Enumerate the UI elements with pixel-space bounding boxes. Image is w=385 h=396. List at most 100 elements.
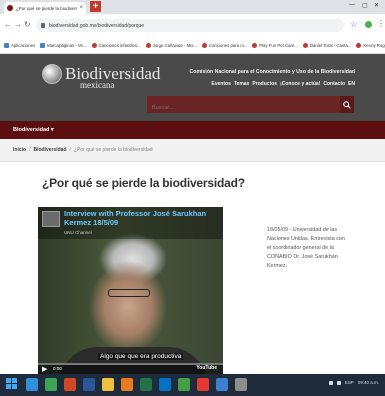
word-icon[interactable] xyxy=(83,378,95,391)
video-icon xyxy=(202,43,208,48)
windows-taskbar: ESP 09:40 a.m. xyxy=(0,374,385,396)
video-icon xyxy=(145,43,151,48)
video-icon xyxy=(356,43,362,48)
windows-start-icon[interactable] xyxy=(6,378,18,390)
volume-icon[interactable] xyxy=(336,380,341,385)
bookmark-item[interactable]: Canciones para ni... xyxy=(202,43,247,48)
video-title[interactable]: Interview with Professor José Sarukhan K… xyxy=(64,209,214,227)
logo-text: Biodiversidad xyxy=(65,64,161,83)
video-channel[interactable]: UNU Channel xyxy=(64,230,92,235)
url-text: biodiversidad.gob.mx/biodiversidad/porqu… xyxy=(49,22,145,29)
paint-icon[interactable] xyxy=(235,378,247,391)
video-icon xyxy=(302,43,308,48)
bookmark-label: Jorge Cañavate - Mis... xyxy=(152,43,198,48)
commission-name: Comisión Nacional para el Conocimiento y… xyxy=(189,69,355,75)
excel-icon[interactable] xyxy=(140,378,152,391)
bookmark-icon xyxy=(40,43,46,48)
video-header: Interview with Professor José Sarukhan K… xyxy=(38,207,223,239)
bookmark-label: Canciones para ni... xyxy=(209,43,248,48)
nav-link-temas[interactable]: Temas xyxy=(234,81,249,87)
breadcrumb-separator: / xyxy=(29,147,31,153)
youtube-logo[interactable]: YouTube xyxy=(196,365,217,371)
bookmarks-bar: Aplicaciones Marcapáginas - Ve... Cancione… xyxy=(0,38,385,54)
bookmark-label: Aplicaciones xyxy=(11,43,36,48)
site-logo[interactable]: Biodiversidad mexicana xyxy=(42,64,161,90)
clock[interactable]: 09:40 a.m. xyxy=(358,380,379,385)
section-menubar: Biodiversidad ▾ xyxy=(0,121,385,139)
nav-link-contacto[interactable]: Contacto xyxy=(323,81,345,87)
nav-link-language[interactable]: EN xyxy=(348,81,355,87)
browser-tab[interactable]: ¿Por qué se pierde la biodiversi × xyxy=(4,2,86,14)
extension-icon[interactable] xyxy=(365,21,372,28)
play-icon[interactable]: ▶ xyxy=(42,365,47,373)
nav-link-conoce[interactable]: ¡Conoce y actúa! xyxy=(280,81,320,87)
breadcrumb-current: ¿Por qué se pierde la biodiversidad xyxy=(73,147,153,153)
top-navigation: Eventos Temas Productos ¡Conoce y actúa!… xyxy=(211,81,355,87)
biodiversidad-menu[interactable]: Biodiversidad ▾ xyxy=(13,127,54,133)
browser-tab-strip: ¿Por qué se pierde la biodiversi × + — ▢… xyxy=(0,0,385,14)
site-search xyxy=(147,96,340,117)
browser-toolbar: ← → ↻ biodiversidad.gob.mx/biodiversidad… xyxy=(0,14,385,38)
search-input[interactable] xyxy=(147,99,340,117)
maximize-icon[interactable]: ▢ xyxy=(362,2,368,9)
bookmark-item[interactable]: Play Fun Pet Care... xyxy=(252,43,298,48)
network-icon[interactable] xyxy=(328,380,333,385)
breadcrumb-home[interactable]: Inicio xyxy=(13,147,26,153)
apps-grid-icon xyxy=(4,43,9,48)
back-icon[interactable]: ← xyxy=(4,20,12,29)
bookmark-label: Play Fun Pet Care... xyxy=(259,43,298,48)
tab-title: ¿Por qué se pierde la biodiversi xyxy=(16,5,78,11)
video-player[interactable]: Interview with Professor José Sarukhan K… xyxy=(38,207,223,374)
nav-link-productos[interactable]: Productos xyxy=(252,81,277,87)
app-icon[interactable] xyxy=(178,378,190,391)
chrome-icon[interactable] xyxy=(197,378,209,391)
video-subtitle: Algo que que era productiva xyxy=(98,353,184,360)
search-button[interactable] xyxy=(340,96,354,113)
video-icon xyxy=(91,43,97,48)
video-controls: ▶ 0:00 YouTube xyxy=(38,363,223,374)
bookmark-star-icon[interactable]: ☆ xyxy=(350,20,357,29)
close-tab-icon[interactable]: × xyxy=(79,5,83,11)
close-window-icon[interactable]: ✕ xyxy=(374,2,379,9)
bookmark-label: Kenny Rogers - Isl... xyxy=(363,43,385,48)
store-icon[interactable] xyxy=(45,378,57,391)
bookmark-item[interactable]: Kenny Rogers - Isl... xyxy=(356,43,385,48)
bookmark-label: Canciones infantiles... xyxy=(98,43,141,48)
breadcrumb: Inicio / Biodiversidad / ¿Por qué se pie… xyxy=(0,139,385,162)
video-timecode: 0:00 xyxy=(53,366,62,371)
media-icon[interactable] xyxy=(121,378,133,391)
bookmark-item[interactable]: Daniel Toral - Canta... xyxy=(302,43,352,48)
bookmark-item[interactable]: Jorge Cañavate - Mis... xyxy=(145,43,198,48)
logo-subtext: mexicana xyxy=(80,80,115,90)
bookmark-label: Daniel Toral - Canta... xyxy=(309,43,352,48)
breadcrumb-separator: / xyxy=(69,147,71,153)
reload-icon[interactable]: ↻ xyxy=(24,20,31,29)
minimize-icon[interactable]: — xyxy=(349,2,355,8)
forward-icon[interactable]: → xyxy=(14,20,22,29)
video-icon xyxy=(252,43,258,48)
lock-icon xyxy=(41,23,45,28)
browser-menu-icon[interactable]: ⋮ xyxy=(377,19,385,28)
system-tray: ESP 09:40 a.m. xyxy=(328,380,379,385)
video-subject-glasses xyxy=(108,289,150,297)
explorer-icon[interactable] xyxy=(102,378,114,391)
logo-globe-icon xyxy=(42,64,62,84)
channel-avatar[interactable] xyxy=(42,211,60,227)
language-indicator[interactable]: ESP xyxy=(345,380,354,385)
nav-link-eventos[interactable]: Eventos xyxy=(211,81,230,87)
bookmark-item[interactable]: Canciones infantiles... xyxy=(91,43,141,48)
bookmark-item[interactable]: Aplicaciones xyxy=(4,43,35,48)
ie-icon[interactable] xyxy=(26,378,38,391)
people-icon[interactable] xyxy=(216,378,228,391)
site-favicon-icon xyxy=(7,5,13,11)
new-tab-button[interactable]: + xyxy=(90,1,101,12)
bookmark-item[interactable]: Marcapáginas - Ve... xyxy=(40,43,87,48)
address-bar[interactable]: biodiversidad.gob.mx/biodiversidad/porqu… xyxy=(36,19,344,32)
breadcrumb-section[interactable]: Biodiversidad xyxy=(33,147,66,153)
bookmark-label: Marcapáginas - Ve... xyxy=(47,43,87,48)
powerpoint-icon[interactable] xyxy=(64,378,76,391)
search-icon xyxy=(343,100,351,109)
video-description: 18/05/09 - Universidad de las Naciones U… xyxy=(267,227,345,269)
outlook-icon[interactable] xyxy=(159,378,171,391)
video-progress-bar[interactable] xyxy=(38,363,223,365)
